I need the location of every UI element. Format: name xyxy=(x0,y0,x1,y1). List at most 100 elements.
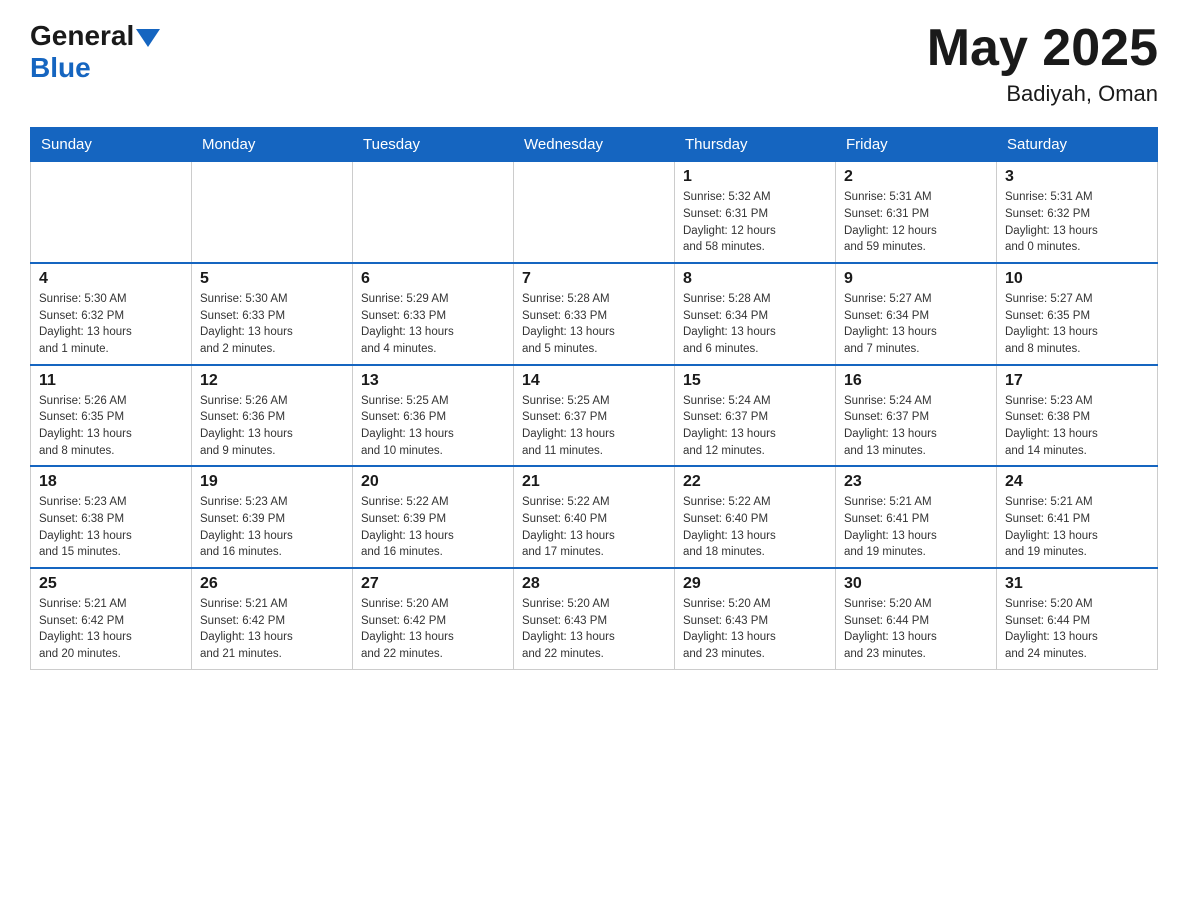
day-info: Sunrise: 5:21 AM Sunset: 6:41 PM Dayligh… xyxy=(1005,494,1149,561)
day-number: 23 xyxy=(844,473,988,491)
calendar-week-row: 11 Sunrise: 5:26 AM Sunset: 6:35 PM Dayli… xyxy=(31,365,1158,467)
day-info: Sunrise: 5:26 AM Sunset: 6:35 PM Dayligh… xyxy=(39,393,183,460)
logo-general-text: General xyxy=(30,20,134,52)
calendar-cell: 4 Sunrise: 5:30 AM Sunset: 6:32 PM Daylig… xyxy=(31,263,192,365)
calendar-cell: 2 Sunrise: 5:31 AM Sunset: 6:31 PM Daylig… xyxy=(836,162,997,263)
weekday-header-monday: Monday xyxy=(192,128,353,162)
month-year-title: May 2025 xyxy=(927,20,1158,77)
day-info: Sunrise: 5:20 AM Sunset: 6:44 PM Dayligh… xyxy=(1005,596,1149,663)
calendar-cell: 15 Sunrise: 5:24 AM Sunset: 6:37 PM Dayli… xyxy=(675,365,836,467)
calendar-cell xyxy=(514,162,675,263)
calendar-cell xyxy=(353,162,514,263)
day-number: 13 xyxy=(361,372,505,390)
day-info: Sunrise: 5:23 AM Sunset: 6:38 PM Dayligh… xyxy=(39,494,183,561)
calendar-cell: 18Sunrise: 5:23 AM Sunset: 6:38 PM Dayli… xyxy=(31,466,192,568)
day-number: 9 xyxy=(844,270,988,288)
calendar-cell: 23Sunrise: 5:21 AM Sunset: 6:41 PM Dayli… xyxy=(836,466,997,568)
calendar-cell: 29Sunrise: 5:20 AM Sunset: 6:43 PM Dayli… xyxy=(675,568,836,669)
calendar-cell: 20 Sunrise: 5:22 AM Sunset: 6:39 PM Dayli… xyxy=(353,466,514,568)
logo-triangle-icon xyxy=(136,29,160,47)
day-number: 5 xyxy=(200,270,344,288)
day-number: 15 xyxy=(683,372,827,390)
day-info: Sunrise: 5:24 AM Sunset: 6:37 PM Dayligh… xyxy=(683,393,827,460)
calendar-cell: 17Sunrise: 5:23 AM Sunset: 6:38 PM Dayli… xyxy=(997,365,1158,467)
calendar-cell: 28Sunrise: 5:20 AM Sunset: 6:43 PM Dayli… xyxy=(514,568,675,669)
day-info: Sunrise: 5:23 AM Sunset: 6:39 PM Dayligh… xyxy=(200,494,344,561)
day-number: 21 xyxy=(522,473,666,491)
calendar-cell: 16 Sunrise: 5:24 AM Sunset: 6:37 PM Dayli… xyxy=(836,365,997,467)
calendar-cell: 19 Sunrise: 5:23 AM Sunset: 6:39 PM Dayli… xyxy=(192,466,353,568)
day-info: Sunrise: 5:22 AM Sunset: 6:40 PM Dayligh… xyxy=(522,494,666,561)
day-number: 2 xyxy=(844,168,988,186)
day-info: Sunrise: 5:22 AM Sunset: 6:39 PM Dayligh… xyxy=(361,494,505,561)
day-info: Sunrise: 5:32 AM Sunset: 6:31 PM Dayligh… xyxy=(683,189,827,256)
day-number: 26 xyxy=(200,575,344,593)
day-number: 19 xyxy=(200,473,344,491)
day-info: Sunrise: 5:21 AM Sunset: 6:42 PM Dayligh… xyxy=(200,596,344,663)
weekday-header-wednesday: Wednesday xyxy=(514,128,675,162)
calendar-cell: 21 Sunrise: 5:22 AM Sunset: 6:40 PM Dayli… xyxy=(514,466,675,568)
day-info: Sunrise: 5:30 AM Sunset: 6:33 PM Dayligh… xyxy=(200,291,344,358)
day-number: 7 xyxy=(522,270,666,288)
weekday-header-sunday: Sunday xyxy=(31,128,192,162)
calendar-cell: 8 Sunrise: 5:28 AM Sunset: 6:34 PM Daylig… xyxy=(675,263,836,365)
title-section: May 2025 Badiyah, Oman xyxy=(927,20,1158,107)
day-info: Sunrise: 5:22 AM Sunset: 6:40 PM Dayligh… xyxy=(683,494,827,561)
day-info: Sunrise: 5:26 AM Sunset: 6:36 PM Dayligh… xyxy=(200,393,344,460)
day-info: Sunrise: 5:24 AM Sunset: 6:37 PM Dayligh… xyxy=(844,393,988,460)
calendar-cell: 26 Sunrise: 5:21 AM Sunset: 6:42 PM Dayli… xyxy=(192,568,353,669)
day-info: Sunrise: 5:27 AM Sunset: 6:35 PM Dayligh… xyxy=(1005,291,1149,358)
weekday-header-tuesday: Tuesday xyxy=(353,128,514,162)
day-info: Sunrise: 5:30 AM Sunset: 6:32 PM Dayligh… xyxy=(39,291,183,358)
weekday-header-thursday: Thursday xyxy=(675,128,836,162)
day-number: 11 xyxy=(39,372,183,390)
day-number: 20 xyxy=(361,473,505,491)
day-number: 27 xyxy=(361,575,505,593)
calendar-week-row: 1Sunrise: 5:32 AM Sunset: 6:31 PM Daylig… xyxy=(31,162,1158,263)
logo-blue-text: Blue xyxy=(30,52,91,83)
calendar-week-row: 18Sunrise: 5:23 AM Sunset: 6:38 PM Dayli… xyxy=(31,466,1158,568)
day-number: 24 xyxy=(1005,473,1149,491)
calendar-cell: 14 Sunrise: 5:25 AM Sunset: 6:37 PM Dayli… xyxy=(514,365,675,467)
calendar-week-row: 25Sunrise: 5:21 AM Sunset: 6:42 PM Dayli… xyxy=(31,568,1158,669)
day-info: Sunrise: 5:20 AM Sunset: 6:43 PM Dayligh… xyxy=(522,596,666,663)
day-info: Sunrise: 5:20 AM Sunset: 6:42 PM Dayligh… xyxy=(361,596,505,663)
location-text: Badiyah, Oman xyxy=(927,81,1158,107)
day-number: 16 xyxy=(844,372,988,390)
calendar-cell: 3 Sunrise: 5:31 AM Sunset: 6:32 PM Daylig… xyxy=(997,162,1158,263)
day-info: Sunrise: 5:31 AM Sunset: 6:32 PM Dayligh… xyxy=(1005,189,1149,256)
calendar-cell: 9 Sunrise: 5:27 AM Sunset: 6:34 PM Daylig… xyxy=(836,263,997,365)
day-number: 14 xyxy=(522,372,666,390)
day-number: 4 xyxy=(39,270,183,288)
day-info: Sunrise: 5:21 AM Sunset: 6:42 PM Dayligh… xyxy=(39,596,183,663)
calendar-cell: 13 Sunrise: 5:25 AM Sunset: 6:36 PM Dayli… xyxy=(353,365,514,467)
weekday-header-friday: Friday xyxy=(836,128,997,162)
day-info: Sunrise: 5:25 AM Sunset: 6:37 PM Dayligh… xyxy=(522,393,666,460)
calendar-cell xyxy=(31,162,192,263)
day-info: Sunrise: 5:20 AM Sunset: 6:44 PM Dayligh… xyxy=(844,596,988,663)
day-number: 8 xyxy=(683,270,827,288)
calendar-cell: 5 Sunrise: 5:30 AM Sunset: 6:33 PM Daylig… xyxy=(192,263,353,365)
day-number: 6 xyxy=(361,270,505,288)
calendar-cell: 30Sunrise: 5:20 AM Sunset: 6:44 PM Dayli… xyxy=(836,568,997,669)
day-info: Sunrise: 5:28 AM Sunset: 6:33 PM Dayligh… xyxy=(522,291,666,358)
calendar-cell: 22 Sunrise: 5:22 AM Sunset: 6:40 PM Dayli… xyxy=(675,466,836,568)
calendar-cell: 10 Sunrise: 5:27 AM Sunset: 6:35 PM Dayli… xyxy=(997,263,1158,365)
day-info: Sunrise: 5:23 AM Sunset: 6:38 PM Dayligh… xyxy=(1005,393,1149,460)
day-info: Sunrise: 5:25 AM Sunset: 6:36 PM Dayligh… xyxy=(361,393,505,460)
day-number: 22 xyxy=(683,473,827,491)
calendar-cell: 7 Sunrise: 5:28 AM Sunset: 6:33 PM Daylig… xyxy=(514,263,675,365)
calendar-cell: 31 Sunrise: 5:20 AM Sunset: 6:44 PM Dayli… xyxy=(997,568,1158,669)
page-header: General Blue May 2025 Badiyah, Oman xyxy=(30,20,1158,107)
day-info: Sunrise: 5:27 AM Sunset: 6:34 PM Dayligh… xyxy=(844,291,988,358)
day-info: Sunrise: 5:31 AM Sunset: 6:31 PM Dayligh… xyxy=(844,189,988,256)
calendar-cell: 24 Sunrise: 5:21 AM Sunset: 6:41 PM Dayli… xyxy=(997,466,1158,568)
calendar-cell: 11 Sunrise: 5:26 AM Sunset: 6:35 PM Dayli… xyxy=(31,365,192,467)
day-info: Sunrise: 5:28 AM Sunset: 6:34 PM Dayligh… xyxy=(683,291,827,358)
calendar-week-row: 4 Sunrise: 5:30 AM Sunset: 6:32 PM Daylig… xyxy=(31,263,1158,365)
day-number: 31 xyxy=(1005,575,1149,593)
calendar-cell: 25Sunrise: 5:21 AM Sunset: 6:42 PM Dayli… xyxy=(31,568,192,669)
day-number: 10 xyxy=(1005,270,1149,288)
day-number: 12 xyxy=(200,372,344,390)
day-number: 3 xyxy=(1005,168,1149,186)
